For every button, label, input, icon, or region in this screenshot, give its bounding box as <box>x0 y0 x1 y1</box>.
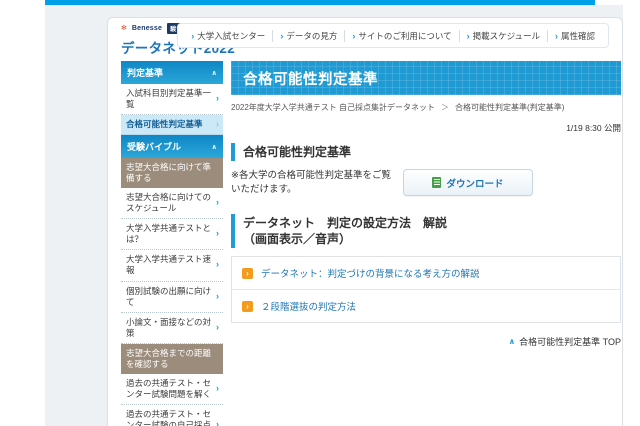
chevron-up-icon: ∧ <box>508 337 516 347</box>
sidebar-item-self-score-past-exams[interactable]: 過去の共通テスト・センター試験の自己採点をする › <box>121 404 223 426</box>
breadcrumb-separator: ＞ <box>441 103 450 112</box>
sidebar-item-label: 小論文・面接などの対策 <box>126 316 212 338</box>
sidebar-item-essay-interview-measures[interactable]: 小論文・面接などの対策 › <box>121 312 223 344</box>
benesse-logo: Benesse <box>131 25 163 32</box>
chevron-right-icon: › <box>216 321 219 332</box>
sidebar: 判定基準 ∧ 入試科目別判定基準一覧 › 合格可能性判定基準 › 受験バイブル … <box>121 61 223 426</box>
topnav-item-exam-center[interactable]: › 大学入試センター <box>184 30 272 42</box>
sidebar-subheader-label: 志望大合格に向けて準備する <box>126 162 212 184</box>
link-label: ２段階選抜の判定方法 <box>261 302 357 314</box>
sidebar-subheader-label: 志望大合格までの距離を確認する <box>126 347 212 369</box>
sidebar-header-label: 受験バイブル <box>127 142 182 153</box>
section-heading-criteria: 合格可能性判定基準 <box>231 143 621 162</box>
top-nav: › 大学入試センター › データの見方 › サイトのご利用について › 掲載スケ… <box>177 23 609 48</box>
document-icon <box>432 177 442 189</box>
topnav-item-how-to-read-data[interactable]: › データの見方 <box>272 29 344 42</box>
sidebar-subheader-check-distance: 志望大合格までの距離を確認する <box>121 343 223 374</box>
topnav-item-site-usage[interactable]: › サイトのご利用について <box>344 29 458 42</box>
published-timestamp: 1/19 8:30 公開 <box>566 123 621 133</box>
chevron-right-icon: › <box>242 300 253 312</box>
criteria-note: ※各大学の合格可能性判定基準をご覧 いただけます。 <box>231 169 391 198</box>
section-heading-line1: データネット 判定の設定方法 解説 <box>243 215 448 230</box>
sidebar-item-label: 大学入学共通テスト速報 <box>126 254 212 276</box>
chevron-right-icon: › <box>352 30 356 41</box>
sidebar-item-schedule-to-pass[interactable]: 志望大合格に向けてのスケジュール › <box>121 188 223 220</box>
breadcrumb-current: 合格可能性判定基準(判定基準) <box>455 103 565 112</box>
link-two-stage-selection-method[interactable]: › ２段階選抜の判定方法 <box>232 289 620 322</box>
sidebar-header-exam-bible[interactable]: 受験バイブル ∧ <box>121 135 223 159</box>
benesse-mark-icon: ✻ <box>121 25 127 32</box>
sidebar-item-criteria-by-subject[interactable]: 入試科目別判定基準一覧 › <box>121 84 223 116</box>
back-to-top-label: 合格可能性判定基準 TOP <box>519 337 621 348</box>
topnav-item-schedule[interactable]: › 掲載スケジュール <box>458 29 547 42</box>
criteria-note-line2: いただけます。 <box>231 184 297 196</box>
chevron-right-icon: › <box>280 30 284 41</box>
chevron-right-icon: › <box>554 30 558 41</box>
topnav-label: 大学入試センター <box>197 30 266 41</box>
breadcrumb: 2022年度大学入学共通テスト 自己採点集計データネット ＞ 合格可能性判定基準… <box>231 102 621 113</box>
chevron-right-icon: › <box>191 30 195 41</box>
back-to-top-link[interactable]: ∧ 合格可能性判定基準 TOP <box>231 335 621 348</box>
page-title-banner: 合格可能性判定基準 <box>231 61 621 95</box>
sidebar-header-label: 判定基準 <box>127 68 164 78</box>
criteria-download-row: ※各大学の合格可能性判定基準をご覧 いただけます。 ダウンロード <box>231 169 621 198</box>
topnav-label: 掲載スケジュール <box>472 30 540 41</box>
topnav-label: サイトのご利用について <box>358 30 452 41</box>
sidebar-item-label: 入試科目別判定基準一覧 <box>126 88 212 110</box>
screen: ✻ Benesse 駿台 SUNDAI データネット2022 › 大学入試センタ… <box>0 0 640 426</box>
download-button[interactable]: ダウンロード <box>403 169 533 197</box>
sidebar-item-label: 志望大合格に向けてのスケジュール <box>126 192 212 214</box>
criteria-note-line1: ※各大学の合格可能性判定基準をご覧 <box>231 170 391 182</box>
sidebar-item-individual-exam-application[interactable]: 個別試験の出願に向けて › <box>121 281 223 313</box>
link-judgment-background-explanation[interactable]: › データネット：判定づけの背景になる考え方の解説 <box>232 257 620 289</box>
chevron-right-icon: › <box>216 93 219 104</box>
main-content: 合格可能性判定基準 2022年度大学入学共通テスト 自己採点集計データネット ＞… <box>231 61 621 348</box>
sidebar-item-solve-past-exams[interactable]: 過去の共通テスト・センター試験問題を解く › <box>121 373 223 405</box>
sidebar-subheader-prepare: 志望大合格に向けて準備する <box>121 158 223 189</box>
sidebar-item-label: 過去の共通テスト・センター試験問題を解く <box>126 377 212 399</box>
sidebar-item-what-is-common-test[interactable]: 大学入学共通テストとは？ › <box>121 219 223 251</box>
breadcrumb-root-link[interactable]: 2022年度大学入学共通テスト 自己採点集計データネット <box>231 102 435 113</box>
explanation-link-list: › データネット：判定づけの背景になる考え方の解説 › ２段階選抜の判定方法 <box>231 256 621 324</box>
chevron-right-icon: › <box>216 197 219 208</box>
topnav-label: データの見方 <box>286 30 338 41</box>
chevron-right-icon: › <box>242 267 253 279</box>
sidebar-item-label: 個別試験の出願に向けて <box>126 285 212 307</box>
chevron-right-icon: › <box>216 419 219 426</box>
download-button-label: ダウンロード <box>446 178 504 190</box>
sidebar-item-label: 過去の共通テスト・センター試験の自己採点をする <box>126 408 212 426</box>
link-label: データネット：判定づけの背景になる考え方の解説 <box>261 269 480 281</box>
chevron-right-icon: › <box>466 30 470 41</box>
page-background: ✻ Benesse 駿台 SUNDAI データネット2022 › 大学入試センタ… <box>45 5 623 426</box>
page-title: 合格可能性判定基準 <box>243 71 378 88</box>
sidebar-item-pass-possibility-criteria[interactable]: 合格可能性判定基準 › <box>121 115 223 136</box>
topnav-label: 属性確認 <box>560 30 595 41</box>
chevron-up-icon: ∧ <box>211 143 217 151</box>
chevron-up-icon: ∧ <box>211 69 217 77</box>
chevron-right-icon: › <box>216 383 219 393</box>
chevron-right-icon: › <box>216 259 219 270</box>
section-heading-line2: （画面表示／音声） <box>243 231 352 246</box>
sidebar-item-common-test-flash-report[interactable]: 大学入学共通テスト速報 › <box>121 250 223 282</box>
chevron-right-icon: › <box>216 228 219 239</box>
chevron-right-icon: › <box>216 118 219 129</box>
sidebar-item-label: 大学入学共通テストとは？ <box>126 223 212 245</box>
sidebar-item-label: 合格可能性判定基準 <box>126 119 203 130</box>
content-card: ✻ Benesse 駿台 SUNDAI データネット2022 › 大学入試センタ… <box>107 17 623 426</box>
topnav-item-attribute-check[interactable]: › 属性確認 <box>546 29 602 42</box>
chevron-right-icon: › <box>216 290 219 301</box>
section-heading-explanation: データネット 判定の設定方法 解説 （画面表示／音声） <box>231 213 621 249</box>
sidebar-header-judgment-criteria[interactable]: 判定基準 ∧ <box>121 61 223 84</box>
